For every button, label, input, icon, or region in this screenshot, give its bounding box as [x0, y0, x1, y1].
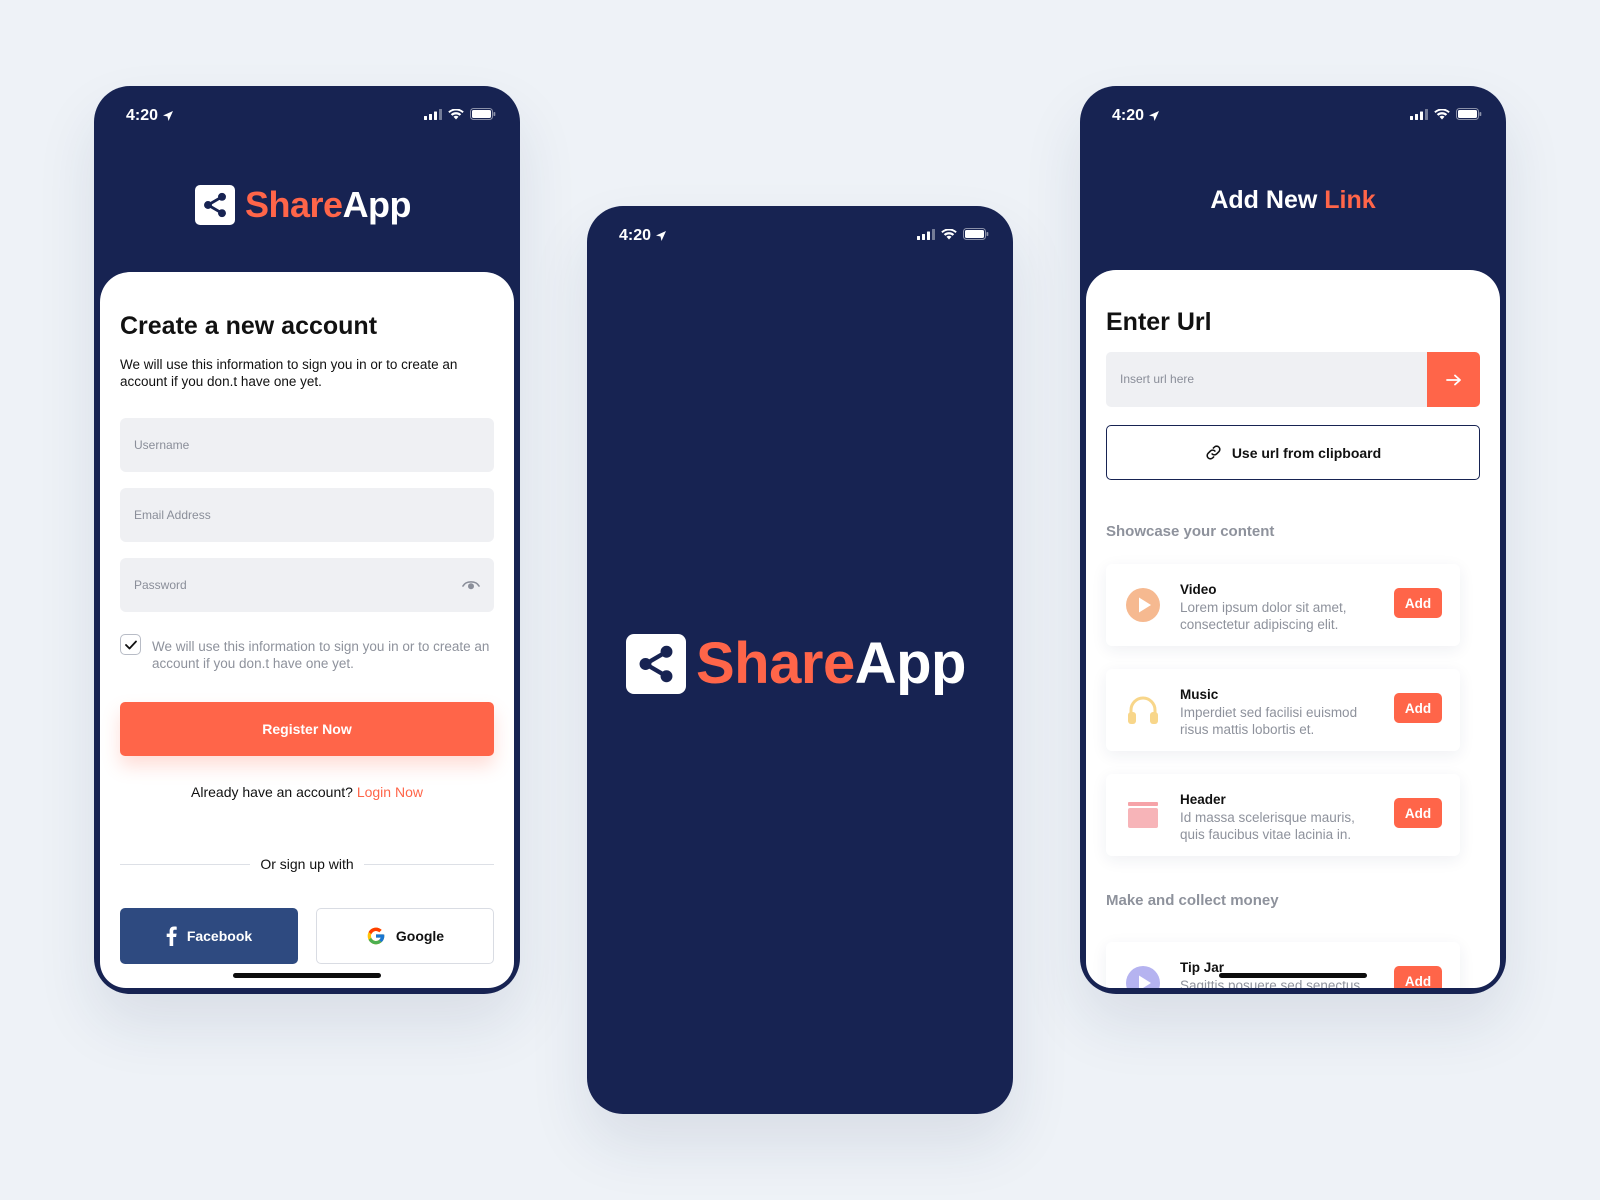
battery-icon — [1456, 108, 1482, 120]
brand-share-text: Share — [245, 184, 343, 225]
add-link-sheet: Enter Url Insert url here Use url from c… — [1086, 270, 1500, 988]
password-input[interactable]: Password — [120, 558, 494, 612]
social-divider: Or sign up with — [120, 856, 494, 872]
wifi-icon — [1434, 108, 1450, 119]
card-title: Music — [1180, 687, 1219, 702]
play-icon — [1124, 586, 1162, 624]
status-icons — [917, 228, 989, 240]
login-prompt: Already have an account? Login Now — [100, 784, 514, 800]
clipboard-url-button[interactable]: Use url from clipboard — [1106, 425, 1480, 480]
location-arrow-icon — [163, 111, 174, 121]
login-screen: 4:20 ShareApp Create a new account We wi… — [94, 86, 520, 994]
register-button[interactable]: Register Now — [120, 702, 494, 756]
url-input[interactable]: Insert url here — [1106, 352, 1480, 407]
status-time-text: 4:20 — [1112, 107, 1145, 124]
google-button[interactable]: Google — [316, 908, 494, 964]
header-icon — [1124, 796, 1162, 834]
brand-logo: ShareApp — [626, 630, 966, 697]
add-music-button[interactable]: Add — [1394, 693, 1442, 723]
status-time: 4:20 — [126, 107, 174, 125]
add-video-button[interactable]: Add — [1394, 588, 1442, 618]
content-card-tip-jar: Tip Jar Sagittis posuere sed senectus Ad… — [1106, 942, 1460, 988]
content-card-header: Header Id massa scelerisque mauris, quis… — [1106, 774, 1460, 856]
login-now-link[interactable]: Login Now — [357, 784, 423, 800]
card-description: Lorem ipsum dolor sit amet, consectetur … — [1180, 600, 1347, 632]
screen-title: Add New Link — [1080, 186, 1506, 215]
google-label: Google — [395, 928, 445, 944]
status-icons — [1410, 108, 1482, 120]
status-time: 4:20 — [619, 227, 667, 245]
username-input[interactable]: Username — [120, 418, 494, 472]
screen-title-main: Add New — [1210, 186, 1318, 214]
enter-url-heading: Enter Url — [1106, 308, 1212, 336]
card-description: Id massa scelerisque mauris, quis faucib… — [1180, 810, 1355, 842]
card-title: Header — [1180, 792, 1226, 807]
status-time-text: 4:20 — [619, 227, 652, 244]
signal-icon — [917, 228, 935, 240]
wifi-icon — [941, 228, 957, 239]
add-tip-jar-button[interactable]: Add — [1394, 966, 1442, 988]
password-placeholder: Password — [134, 578, 187, 592]
eye-icon[interactable] — [462, 579, 480, 591]
add-header-button[interactable]: Add — [1394, 798, 1442, 828]
battery-icon — [963, 228, 989, 240]
register-form-sheet: Create a new account We will use this in… — [100, 272, 514, 988]
showcase-section-label: Showcase your content — [1106, 523, 1275, 540]
location-arrow-icon — [656, 231, 667, 241]
check-icon — [124, 640, 137, 649]
card-title: Tip Jar — [1180, 960, 1225, 975]
page-subtitle: We will use this information to sign you… — [120, 357, 458, 389]
brand-share-text: Share — [696, 631, 855, 696]
google-icon — [367, 927, 385, 945]
facebook-label: Facebook — [186, 928, 253, 944]
home-indicator — [233, 973, 381, 978]
login-prompt-text: Already have an account? — [191, 784, 353, 800]
signal-icon — [424, 108, 442, 120]
headphones-icon — [1124, 691, 1162, 729]
card-description: Imperdiet sed facilisi euismod risus mat… — [1180, 705, 1358, 737]
location-arrow-icon — [1149, 111, 1160, 121]
status-bar: 4:20 — [587, 206, 1013, 266]
divider-line-right — [364, 864, 494, 865]
status-time-text: 4:20 — [126, 107, 159, 124]
wifi-icon — [448, 108, 464, 119]
card-title: Video — [1180, 582, 1217, 597]
status-bar: 4:20 — [94, 86, 520, 146]
arrow-right-icon — [1445, 374, 1461, 385]
brand-name: ShareApp — [696, 630, 966, 697]
submit-url-button[interactable] — [1427, 352, 1480, 407]
page-title: Create a new account — [120, 312, 378, 340]
screen-title-accent: Link — [1324, 186, 1376, 214]
status-icons — [424, 108, 496, 120]
add-link-screen: 4:20 Add New Link Enter Url Insert url h… — [1080, 86, 1506, 994]
brand-app-text: App — [342, 184, 412, 225]
consent-text: We will use this information to sign you… — [152, 639, 490, 671]
battery-icon — [470, 108, 496, 120]
email-placeholder: Email Address — [134, 508, 211, 522]
share-icon — [626, 633, 686, 694]
brand-logo: ShareApp — [195, 184, 412, 226]
link-icon — [1206, 445, 1221, 460]
tip-jar-icon — [1124, 964, 1162, 988]
facebook-icon — [166, 926, 177, 946]
card-description: Sagittis posuere sed senectus — [1180, 978, 1361, 988]
consent-checkbox[interactable] — [120, 634, 141, 655]
content-card-music: Music Imperdiet sed facilisi euismod ris… — [1106, 669, 1460, 751]
share-icon — [195, 185, 235, 225]
username-placeholder: Username — [134, 438, 190, 452]
splash-screen: 4:20 ShareApp — [587, 206, 1013, 1114]
url-placeholder: Insert url here — [1120, 372, 1195, 386]
status-bar: 4:20 — [1080, 86, 1506, 146]
clipboard-label: Use url from clipboard — [1231, 444, 1382, 461]
home-indicator — [1219, 973, 1367, 978]
money-section-label: Make and collect money — [1106, 892, 1279, 909]
facebook-button[interactable]: Facebook — [120, 908, 298, 964]
content-card-video: Video Lorem ipsum dolor sit amet, consec… — [1106, 564, 1460, 646]
status-time: 4:20 — [1112, 107, 1160, 125]
brand-app-text: App — [854, 631, 967, 696]
signal-icon — [1410, 108, 1428, 120]
brand-name: ShareApp — [245, 184, 412, 226]
email-input[interactable]: Email Address — [120, 488, 494, 542]
